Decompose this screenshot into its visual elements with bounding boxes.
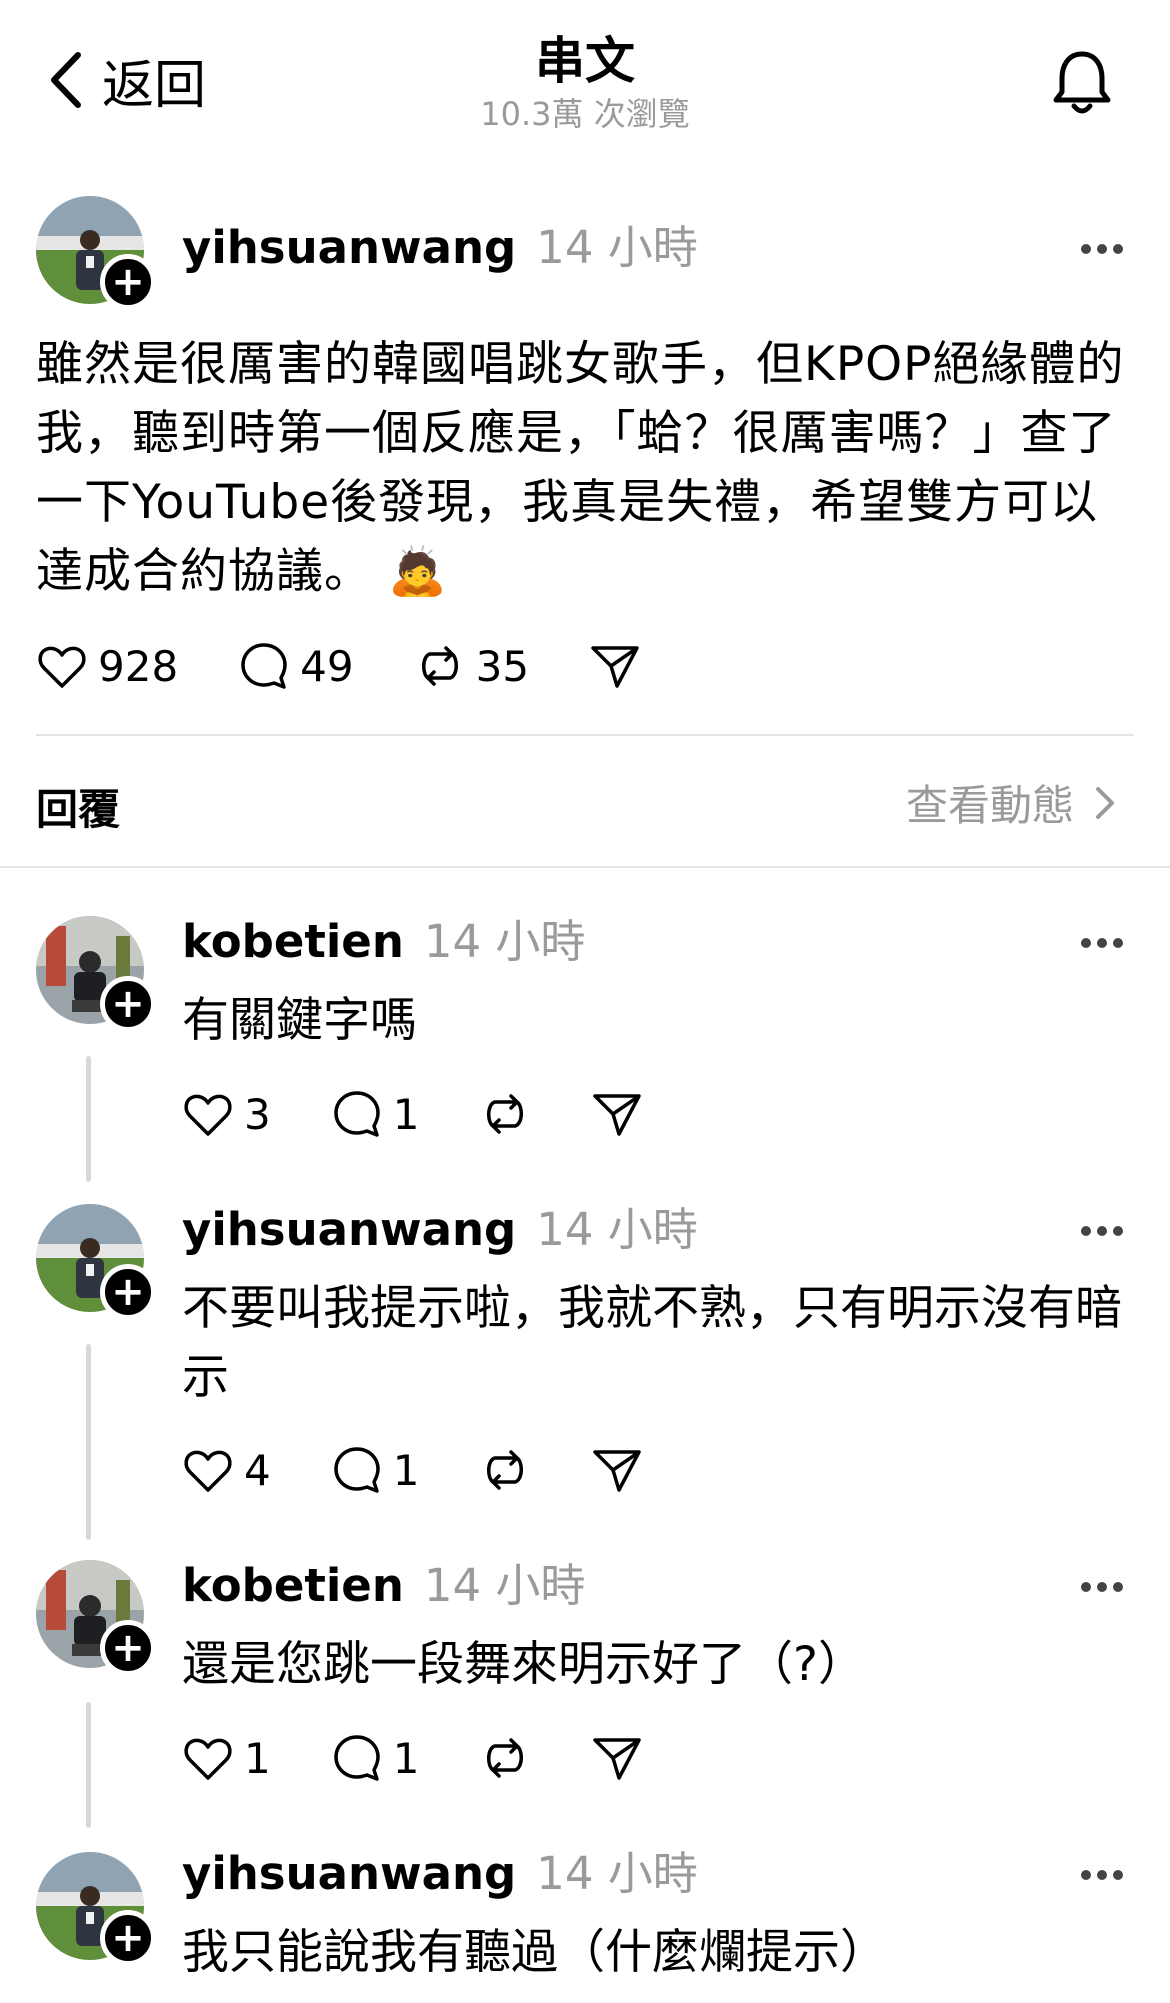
follow-plus-button[interactable]: + bbox=[100, 1264, 156, 1320]
repost-count: 35 bbox=[475, 641, 530, 691]
reply-actions: 4 1 bbox=[182, 1444, 643, 1496]
follow-plus-button[interactable]: + bbox=[100, 1910, 156, 1966]
comment-count: 1 bbox=[392, 1445, 420, 1495]
post-username[interactable]: yihsuanwang bbox=[182, 218, 516, 278]
more-icon[interactable] bbox=[1080, 1581, 1124, 1593]
reply-username[interactable]: yihsuanwang bbox=[182, 1844, 516, 1904]
reply-username[interactable]: kobetien bbox=[182, 1556, 404, 1616]
page-title: 串文 bbox=[535, 32, 635, 90]
comment-count: 49 bbox=[300, 641, 354, 691]
like-button[interactable]: 3 bbox=[182, 1088, 271, 1140]
comment-button[interactable]: 1 bbox=[331, 1732, 420, 1784]
share-icon bbox=[593, 1450, 642, 1492]
thread-line bbox=[86, 1702, 91, 1828]
plus-icon: + bbox=[111, 1269, 145, 1315]
repost-button[interactable] bbox=[479, 1732, 531, 1784]
reply-actions: 3 1 bbox=[182, 1088, 643, 1140]
view-activity-link[interactable]: 查看動態 bbox=[906, 772, 1118, 833]
repost-button[interactable] bbox=[479, 1444, 531, 1496]
reply-text: 還是您跳一段舞來明示好了（?） bbox=[182, 1637, 865, 1692]
heart-icon bbox=[184, 1450, 232, 1492]
reply-time: 14 小時 bbox=[536, 1203, 698, 1256]
view-activity-label: 查看動態 bbox=[905, 781, 1074, 830]
comment-button[interactable]: 1 bbox=[331, 1088, 420, 1140]
comment-count: 1 bbox=[392, 1733, 420, 1783]
thread-line bbox=[86, 1056, 91, 1182]
plus-icon: + bbox=[111, 1625, 145, 1671]
comment-icon bbox=[333, 1091, 380, 1137]
thread-line bbox=[86, 1344, 91, 1540]
repost-button[interactable]: 35 bbox=[414, 640, 529, 692]
like-button[interactable]: 1 bbox=[182, 1732, 271, 1784]
post-text: 雖然是很厲害的韓國唱跳女歌手，但KPOP絕緣體的我，聽到時第一個反應是，「蛤？很… bbox=[36, 337, 1125, 599]
post-time: 14 小時 bbox=[536, 221, 698, 274]
reply-username[interactable]: kobetien bbox=[182, 912, 404, 972]
chevron-right-icon bbox=[1096, 786, 1114, 819]
reply-time: 14 小時 bbox=[423, 1559, 586, 1612]
follow-plus-button[interactable]: + bbox=[100, 976, 156, 1032]
reply-username[interactable]: yihsuanwang bbox=[182, 1200, 516, 1260]
reply-text: 有關鍵字嗎 bbox=[182, 993, 417, 1048]
share-button[interactable] bbox=[591, 1088, 643, 1140]
heart-icon bbox=[184, 1094, 232, 1136]
follow-plus-button[interactable]: + bbox=[100, 1620, 156, 1676]
heart-icon bbox=[38, 646, 86, 688]
comment-button[interactable]: 1 bbox=[331, 1444, 420, 1496]
section-divider bbox=[0, 866, 1170, 868]
like-count: 1 bbox=[244, 1733, 271, 1783]
plus-icon: + bbox=[111, 981, 145, 1027]
heart-icon bbox=[184, 1738, 232, 1780]
more-icon[interactable] bbox=[1080, 1869, 1124, 1881]
repost-button[interactable] bbox=[479, 1088, 531, 1140]
repost-icon bbox=[487, 1450, 524, 1490]
share-button[interactable] bbox=[589, 640, 641, 692]
like-count: 4 bbox=[244, 1445, 271, 1495]
more-icon[interactable] bbox=[1080, 243, 1124, 255]
post-header: yihsuanwang 14 小時 bbox=[182, 218, 698, 278]
replies-label: 回覆 bbox=[36, 785, 121, 834]
more-icon[interactable] bbox=[1080, 1225, 1124, 1237]
reply-header: yihsuanwang 14 小時 bbox=[182, 1844, 698, 1904]
reply-header: kobetien 14 小時 bbox=[182, 1556, 585, 1616]
reply-time: 14 小時 bbox=[536, 1847, 698, 1900]
like-button[interactable]: 4 bbox=[182, 1444, 271, 1496]
share-button[interactable] bbox=[591, 1732, 643, 1784]
post-actions: 928 49 35 bbox=[36, 640, 641, 692]
divider bbox=[36, 734, 1134, 736]
reply-actions: 1 1 bbox=[182, 1732, 643, 1784]
reply-text: 不要叫我提示啦，我就不熟，只有明示沒有暗示 bbox=[182, 1281, 1122, 1405]
repost-icon bbox=[421, 646, 458, 686]
comment-icon bbox=[333, 1735, 380, 1781]
reply-time: 14 小時 bbox=[423, 915, 586, 968]
repost-icon bbox=[487, 1094, 524, 1134]
comment-icon bbox=[333, 1447, 380, 1493]
plus-icon: + bbox=[111, 1915, 145, 1961]
share-icon bbox=[591, 646, 639, 688]
reply-header: yihsuanwang 14 小時 bbox=[182, 1200, 698, 1260]
share-icon bbox=[593, 1094, 642, 1136]
follow-plus-button[interactable]: + bbox=[100, 254, 156, 310]
comment-count: 1 bbox=[392, 1089, 420, 1139]
reply-text: 我只能說我有聽過（什麼爛提示） bbox=[182, 1925, 887, 1980]
share-button[interactable] bbox=[591, 1444, 643, 1496]
bell-icon[interactable] bbox=[1050, 46, 1114, 118]
like-count: 3 bbox=[244, 1089, 271, 1139]
share-icon bbox=[593, 1738, 642, 1780]
like-count: 928 bbox=[98, 641, 179, 691]
more-icon[interactable] bbox=[1080, 937, 1124, 949]
reply-header: kobetien 14 小時 bbox=[182, 912, 585, 972]
comment-button[interactable]: 49 bbox=[238, 640, 354, 692]
header-title-block: 串文 10.3萬 次瀏覽 bbox=[0, 30, 1170, 136]
view-count: 10.3萬 次瀏覽 bbox=[480, 95, 690, 133]
comment-icon bbox=[241, 643, 287, 689]
plus-icon: + bbox=[111, 259, 145, 305]
like-button[interactable]: 928 bbox=[36, 640, 178, 692]
repost-icon bbox=[487, 1738, 524, 1778]
